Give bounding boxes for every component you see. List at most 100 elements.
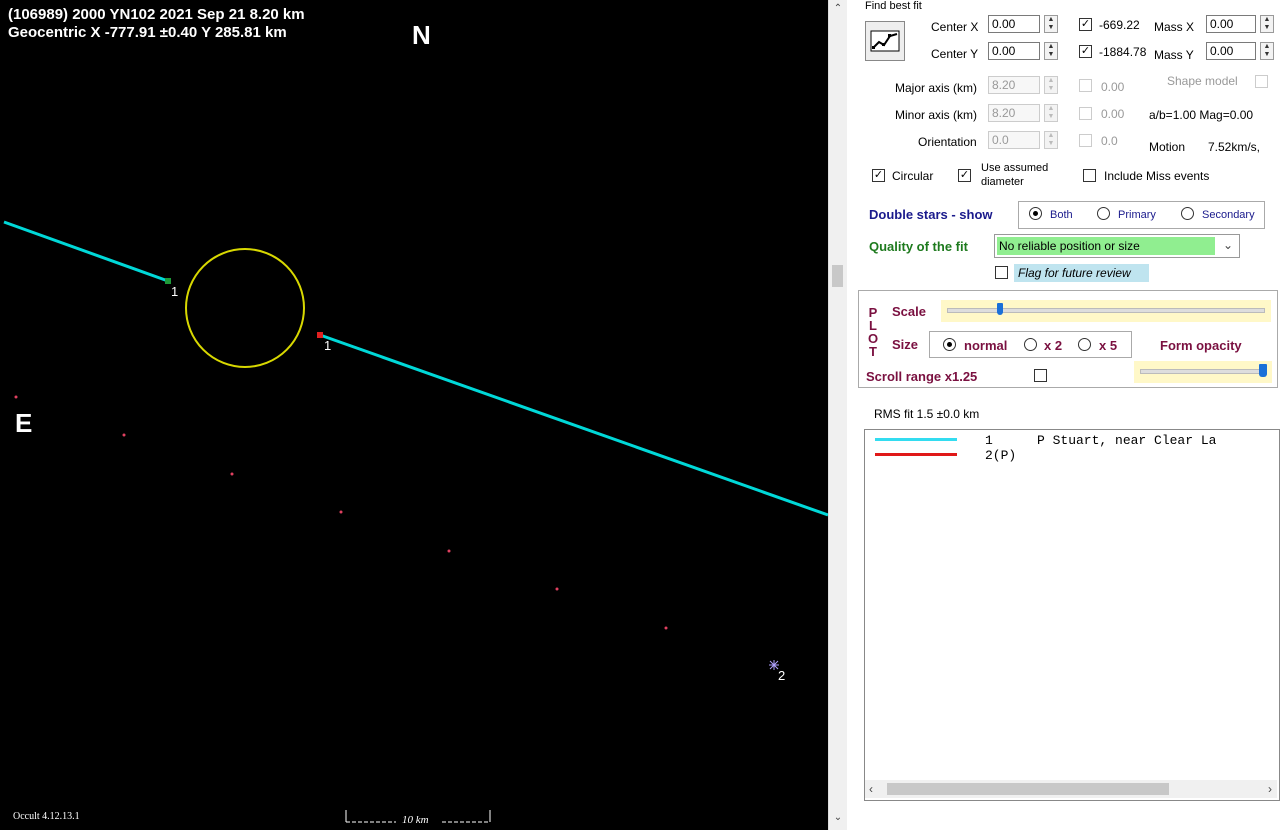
scale-label: Scale [892,304,926,319]
find-best-fit-button[interactable] [865,21,905,61]
observer-list[interactable]: 1 P Stuart, near Clear La 2(P) [864,429,1280,801]
center-x-input[interactable]: 0.00 [988,15,1040,33]
orientation-spinner[interactable]: ▲ ▼ [1044,131,1058,149]
scroll-thumb[interactable] [832,265,843,287]
mass-y-label: Mass Y [1154,48,1194,62]
x5-label: x 5 [1099,338,1118,353]
major-axis-spinner[interactable]: ▲ ▼ [1044,76,1058,94]
mass-y-spinner[interactable]: ▲ ▼ [1260,42,1274,60]
plot-letter-t: T [869,344,877,359]
include-miss-label: Include Miss events [1104,169,1210,183]
horizontal-scroll-thumb[interactable] [887,783,1169,795]
major-axis-fit-value: 0.00 [1101,80,1125,94]
plot-title-line1: (106989) 2000 YN102 2021 Sep 21 8.20 km [8,6,305,23]
chord-1-right [319,333,828,517]
motion-value: 7.52km/s, [1208,140,1261,154]
east-label: E [15,408,33,438]
assumed-diameter-checkbox[interactable]: ✓ [958,169,971,182]
fit-panel: Find best fit Center X 0.00 ▲ ▼ ✓ -669.22… [847,0,1282,830]
double-stars-label: Double stars - show [869,207,993,222]
scroll-down-icon[interactable]: ⌄ [829,812,847,828]
minor-axis-input[interactable]: 8.20 [988,104,1040,122]
minor-axis-label: Minor axis (km) [895,108,978,122]
orientation-fit-checkbox[interactable] [1079,134,1092,147]
version-label: Occult 4.12.13.1 [13,811,80,822]
shape-model-checkbox[interactable] [1255,75,1268,88]
circular-checkbox[interactable]: ✓ [872,169,885,182]
mass-x-spinner[interactable]: ▲ ▼ [1260,15,1274,33]
include-miss-checkbox[interactable] [1083,169,1096,182]
center-x-fit-checkbox[interactable]: ✓ [1079,18,1092,31]
secondary-radio[interactable] [1181,207,1194,220]
assumed-diameter-line1: Use assumed [981,162,1049,174]
mass-x-input[interactable]: 0.00 [1206,15,1256,33]
orientation-label: Orientation [918,135,977,149]
rms-fit-label: RMS fit 1.5 ±0.0 km [874,407,980,421]
center-y-spinner[interactable]: ▲ ▼ [1044,42,1058,60]
mass-y-input[interactable]: 0.00 [1206,42,1256,60]
plot-vertical-label: P L O T [867,306,879,358]
circular-label: Circular [892,169,934,183]
minor-axis-fit-checkbox[interactable] [1079,107,1092,120]
scale-slider-track [947,308,1265,313]
assumed-diameter-line2: diameter [981,176,1024,188]
north-label: N [412,20,431,50]
primary-label: Primary [1118,209,1156,221]
motion-label: Motion [1149,140,1186,154]
legend-num-2: 2(P) [985,448,1017,463]
asteroid-outline [185,248,305,368]
chord-2-label: 2 [778,668,786,683]
path-dot [447,549,451,553]
quality-select[interactable]: No reliable position or size ⌄ [994,234,1240,258]
scale-slider[interactable] [941,300,1271,322]
offset-y-value: -1884.78 [1099,45,1147,59]
x5-radio[interactable] [1078,338,1091,351]
minor-axis-fit-value: 0.00 [1101,107,1125,121]
minor-axis-spinner[interactable]: ▲ ▼ [1044,104,1058,122]
chord-1-label-b: 1 [324,338,332,353]
vertical-scrollbar[interactable]: ⌃ ⌄ [828,0,847,830]
quality-label: Quality of the fit [869,239,968,254]
chord-1-label-a: 1 [171,284,179,299]
center-x-spinner[interactable]: ▲ ▼ [1044,15,1058,33]
both-radio[interactable] [1029,207,1042,220]
scroll-range-checkbox[interactable] [1034,369,1047,382]
scale-slider-thumb[interactable] [997,303,1003,315]
scroll-left-icon[interactable]: ‹ [869,782,873,796]
major-axis-input[interactable]: 8.20 [988,76,1040,94]
normal-radio[interactable] [943,338,956,351]
assumed-diameter-label: Use assumed diameter [981,161,1048,189]
plot-canvas [3,220,828,823]
flag-review-checkbox[interactable] [995,266,1008,279]
legend-line-2 [875,453,957,456]
center-y-label: Center Y [931,47,979,61]
mass-x-label: Mass X [1154,20,1195,34]
x2-radio[interactable] [1024,338,1037,351]
primary-radio[interactable] [1097,207,1110,220]
orientation-input[interactable]: 0.0 [988,131,1040,149]
path-dot [230,472,234,476]
scroll-up-icon[interactable]: ⌃ [829,3,847,19]
flag-review-label: Flag for future review [1014,264,1149,282]
center-y-fit-checkbox[interactable]: ✓ [1079,45,1092,58]
path-dot [14,395,18,399]
secondary-label: Secondary [1202,209,1255,221]
orientation-fit-value: 0.0 [1101,134,1118,148]
scroll-right-icon[interactable]: › [1268,782,1272,796]
plot-title-line2: Geocentric X -777.91 ±0.40 Y 285.81 km [8,24,287,41]
opacity-slider-thumb[interactable] [1259,364,1267,377]
center-x-label: Center X [931,20,979,34]
major-axis-fit-checkbox[interactable] [1079,79,1092,92]
shape-model-label: Shape model [1167,74,1238,88]
fit-chart-icon [870,30,900,52]
path-dot [339,510,343,514]
quality-selected-value: No reliable position or size [997,237,1215,255]
offset-x-value: -669.22 [1099,18,1140,32]
normal-label: normal [964,338,1008,353]
plot-area[interactable]: (106989) 2000 YN102 2021 Sep 21 8.20 km … [0,0,828,830]
horizontal-scrollbar[interactable]: ‹ › [865,780,1277,798]
chord-1-left [3,220,169,283]
opacity-slider[interactable] [1134,361,1272,383]
center-y-input[interactable]: 0.00 [988,42,1040,60]
reappear-marker [317,332,323,338]
